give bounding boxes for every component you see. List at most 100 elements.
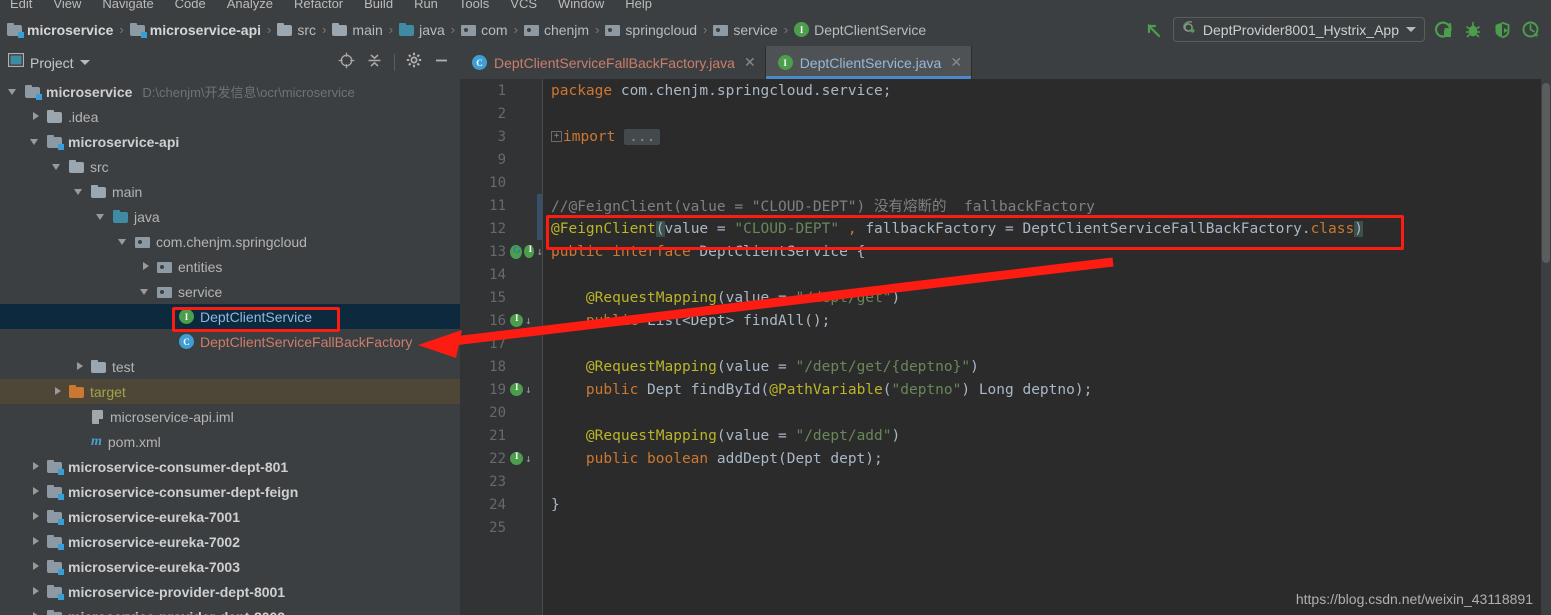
- menu-item-view[interactable]: View: [53, 0, 81, 11]
- collapse-arrow-icon[interactable]: [74, 186, 85, 197]
- tree-node-service[interactable]: service: [0, 279, 460, 304]
- tree-node-microservice-api[interactable]: microservice-api: [0, 129, 460, 154]
- breadcrumb-item-main[interactable]: main: [329, 22, 385, 38]
- back-arrow-icon[interactable]: [1144, 20, 1164, 40]
- code-line[interactable]: 1 package com.chenjm.springcloud.service;: [460, 79, 1551, 102]
- code-line[interactable]: 17: [460, 332, 1551, 355]
- code-line[interactable]: 2: [460, 102, 1551, 125]
- code-line[interactable]: 11 //@FeignClient(value = "CLOUD-DEPT") 没…: [460, 194, 1551, 217]
- code-line[interactable]: 19↓ public Dept findById(@PathVariable("…: [460, 378, 1551, 401]
- code-line[interactable]: 21 @RequestMapping(value = "/dept/add"): [460, 424, 1551, 447]
- menu-item-window[interactable]: Window: [558, 0, 604, 11]
- fold-expand-icon[interactable]: +: [551, 131, 562, 142]
- code-editor[interactable]: 1 package com.chenjm.springcloud.service;…: [460, 79, 1551, 615]
- breadcrumb-item-microservice-api[interactable]: microservice-api: [127, 22, 264, 38]
- code-line[interactable]: 13↓public interface DeptClientService {: [460, 240, 1551, 263]
- tree-node-idea[interactable]: .idea: [0, 104, 460, 129]
- tree-node-java[interactable]: java: [0, 204, 460, 229]
- menu-item-edit[interactable]: Edit: [10, 0, 32, 11]
- code-line[interactable]: 9: [460, 148, 1551, 171]
- tree-node-deptclientservice[interactable]: I DeptClientService: [0, 304, 460, 329]
- code-line[interactable]: 22 ↓ public boolean addDept(Dept dept);: [460, 447, 1551, 470]
- close-icon[interactable]: ✕: [744, 54, 756, 71]
- code-line[interactable]: 23: [460, 470, 1551, 493]
- tree-node-microservice-provider-dept-8001[interactable]: microservice-provider-dept-8001: [0, 579, 460, 604]
- collapse-arrow-icon[interactable]: [140, 286, 151, 297]
- expand-arrow-icon[interactable]: [30, 111, 41, 122]
- minimize-icon[interactable]: [433, 52, 450, 74]
- menu-item-vcs[interactable]: VCS: [510, 0, 537, 11]
- tree-node-microservice-consumer-dept-801[interactable]: microservice-consumer-dept-801: [0, 454, 460, 479]
- breadcrumb-item-service[interactable]: service: [710, 22, 780, 38]
- tree-node-src[interactable]: src: [0, 154, 460, 179]
- tree-node-microservice-eureka-7003[interactable]: microservice-eureka-7003: [0, 554, 460, 579]
- menu-item-navigate[interactable]: Navigate: [102, 0, 153, 11]
- breadcrumb-item-com[interactable]: com: [458, 22, 510, 38]
- menu-item-run[interactable]: Run: [414, 0, 438, 11]
- tree-node-microservice[interactable]: microservice D:\chenjm\开发信息\ocr\microserv…: [0, 79, 460, 104]
- implemented-method-icon[interactable]: [510, 382, 523, 396]
- menu-item-build[interactable]: Build: [364, 0, 393, 11]
- collapse-arrow-icon[interactable]: [118, 236, 129, 247]
- code-line[interactable]: 24}: [460, 493, 1551, 516]
- code-line[interactable]: 20: [460, 401, 1551, 424]
- spring-bean-icon[interactable]: [510, 244, 522, 259]
- menu-item-analyze[interactable]: Analyze: [227, 0, 273, 11]
- code-line[interactable]: 16 ↓ public List<Dept> findAll();: [460, 309, 1551, 332]
- tab-deptclientservice[interactable]: I DeptClientService.java ✕: [765, 46, 973, 79]
- expand-arrow-icon[interactable]: [30, 486, 41, 497]
- expand-arrow-icon[interactable]: [30, 511, 41, 522]
- profiler-icon[interactable]: [1521, 20, 1541, 40]
- tree-node-com-chenjm-springcloud[interactable]: com.chenjm.springcloud: [0, 229, 460, 254]
- editor-scrollbar[interactable]: [1541, 79, 1551, 615]
- tree-node-microservice-eureka-7002[interactable]: microservice-eureka-7002: [0, 529, 460, 554]
- tab-deptclientservicefallbackfactory[interactable]: C DeptClientServiceFallBackFactory.java …: [460, 46, 766, 79]
- debug-bug-icon[interactable]: [1463, 20, 1483, 40]
- code-lines[interactable]: 1 package com.chenjm.springcloud.service;…: [460, 79, 1551, 615]
- collapse-arrow-icon[interactable]: [96, 211, 107, 222]
- tree-node-test[interactable]: test: [0, 354, 460, 379]
- breadcrumb-item-chenjm[interactable]: chenjm: [521, 22, 592, 38]
- menu-item-code[interactable]: Code: [175, 0, 206, 11]
- expand-arrow-icon[interactable]: [52, 386, 63, 397]
- expand-arrow-icon[interactable]: [30, 561, 41, 572]
- coverage-icon[interactable]: [1492, 20, 1512, 40]
- implemented-method-icon[interactable]: [510, 313, 523, 327]
- implemented-method-icon[interactable]: [510, 451, 523, 465]
- menu-item-tools[interactable]: Tools: [459, 0, 489, 11]
- breadcrumb-item-src[interactable]: src: [274, 22, 319, 38]
- collapse-arrow-icon[interactable]: [8, 86, 19, 97]
- expand-arrow-icon[interactable]: [30, 611, 41, 615]
- menu-item-refactor[interactable]: Refactor: [294, 0, 343, 11]
- code-line[interactable]: 15 @RequestMapping(value = "/dept/get"): [460, 286, 1551, 309]
- tree-node-microservice-api-iml[interactable]: microservice-api.iml: [0, 404, 460, 429]
- tree-node-microservice-consumer-dept-feign[interactable]: microservice-consumer-dept-feign: [0, 479, 460, 504]
- expand-arrow-icon[interactable]: [30, 536, 41, 547]
- breadcrumb-item-deptclientservice[interactable]: I DeptClientService: [791, 22, 929, 38]
- tree-node-main[interactable]: main: [0, 179, 460, 204]
- collapse-arrow-icon[interactable]: [30, 136, 41, 147]
- breadcrumb-item-java[interactable]: java: [396, 22, 448, 38]
- expand-arrow-icon[interactable]: [30, 586, 41, 597]
- tree-node-deptclientservicefallbackfactory[interactable]: C DeptClientServiceFallBackFactory: [0, 329, 460, 354]
- run-configuration-selector[interactable]: DeptProvider8001_Hystrix_App: [1172, 17, 1425, 42]
- code-line[interactable]: 14: [460, 263, 1551, 286]
- run-icon[interactable]: [1434, 20, 1454, 40]
- tree-node-pom-xml[interactable]: m pom.xml: [0, 429, 460, 454]
- tree-node-microservice-eureka-7001[interactable]: microservice-eureka-7001: [0, 504, 460, 529]
- breadcrumb-item-microservice[interactable]: microservice: [4, 22, 116, 38]
- tree-node-target[interactable]: target: [0, 379, 460, 404]
- locate-target-icon[interactable]: [338, 52, 355, 74]
- code-line[interactable]: 3 + import ...: [460, 125, 1551, 148]
- code-line[interactable]: 18 @RequestMapping(value = "/dept/get/{d…: [460, 355, 1551, 378]
- implemented-method-icon[interactable]: [523, 244, 535, 258]
- close-icon[interactable]: ✕: [950, 54, 962, 71]
- project-tree[interactable]: microservice D:\chenjm\开发信息\ocr\microserv…: [0, 79, 460, 615]
- code-line[interactable]: 25: [460, 516, 1551, 539]
- breadcrumb-item-springcloud[interactable]: springcloud: [602, 22, 700, 38]
- expand-arrow-icon[interactable]: [74, 361, 85, 372]
- expand-arrow-icon[interactable]: [30, 461, 41, 472]
- tree-node-microservice-provider-dept-8002[interactable]: microservice-provider-dept-8002: [0, 604, 460, 615]
- menu-item-help[interactable]: Help: [625, 0, 652, 11]
- tree-node-entities[interactable]: entities: [0, 254, 460, 279]
